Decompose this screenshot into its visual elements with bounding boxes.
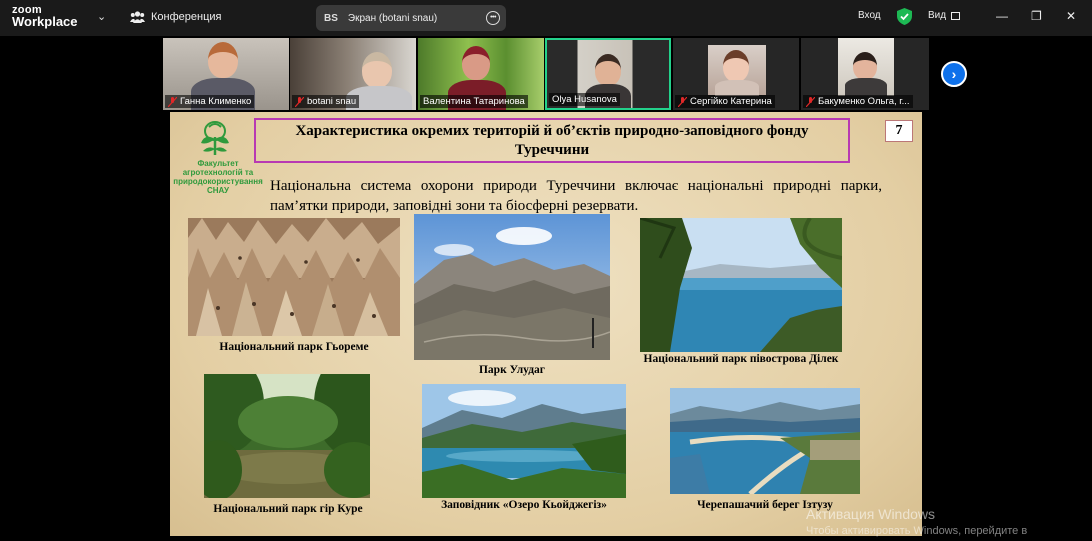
avatar — [208, 42, 238, 78]
participant-name: Валентина Татаринова — [420, 95, 528, 108]
photo-caption: Національний парк півострова Ділек — [643, 353, 839, 365]
logo-line2: Workplace — [12, 14, 78, 29]
conference-label: Конференция — [151, 11, 222, 23]
signin-button[interactable]: Вход — [858, 10, 881, 21]
kure-photo — [204, 374, 370, 498]
avatar — [462, 46, 490, 80]
iztuzu-photo — [670, 388, 860, 494]
chevron-right-icon: › — [951, 66, 957, 82]
participant-name: Бакуменко Ольга, г... — [803, 95, 913, 108]
dilek-photo — [640, 218, 842, 352]
slide-page-number: 7 — [885, 120, 913, 142]
participant-name: botani snau — [292, 95, 360, 108]
muted-mic-icon — [295, 96, 304, 107]
avatar — [362, 52, 392, 88]
screen-label: Экран (botani snau) — [347, 12, 438, 24]
avatar — [595, 54, 621, 86]
people-icon — [130, 11, 145, 23]
close-button[interactable]: ✕ — [1066, 9, 1076, 23]
avatar — [853, 52, 877, 80]
slide-title: Характеристика окремих територій й об’єк… — [254, 118, 850, 163]
grid-view-icon — [951, 11, 961, 20]
participant-tile[interactable]: Бакуменко Ольга, г... — [801, 38, 929, 110]
photo-caption: Національний парк гір Куре — [213, 503, 363, 515]
participant-tile[interactable]: botani snau — [290, 38, 416, 110]
conference-button[interactable]: Конференция — [130, 10, 221, 24]
koycegiz-photo — [422, 384, 626, 498]
goreme-photo — [188, 218, 400, 336]
avatar — [723, 50, 749, 82]
participant-name: Ганна Клименко — [165, 95, 255, 108]
muted-mic-icon — [168, 96, 177, 107]
slide-intro-text: Національна система охорони природи Туре… — [270, 178, 882, 214]
shared-slide: Факультет агротехнологій та природокорис… — [170, 112, 922, 536]
participant-tile[interactable]: Сергійко Катерина — [673, 38, 799, 110]
screen-badge: BS — [324, 12, 338, 24]
screen-share-indicator[interactable]: BS Экран (botani snau) ••• — [316, 5, 506, 31]
photo-caption: Національний парк Гьореме — [219, 341, 369, 353]
windows-activation-watermark: Активация Windows Чтобы активировать Win… — [806, 506, 1028, 537]
view-button[interactable]: Вид — [928, 10, 961, 21]
participant-name: Сергійко Катерина — [675, 95, 775, 108]
muted-mic-icon — [806, 96, 815, 107]
security-shield-icon[interactable] — [897, 8, 912, 25]
participant-name: Olya Husanova — [549, 93, 620, 106]
chevron-down-icon[interactable]: ⌄ — [97, 10, 106, 23]
minimize-button[interactable]: — — [996, 9, 1008, 23]
maximize-button[interactable]: ❐ — [1031, 9, 1042, 23]
participant-tile[interactable]: Валентина Татаринова — [418, 38, 544, 110]
participant-tile[interactable]: Ганна Клименко — [163, 38, 289, 110]
photo-caption: Парк Улудаг — [478, 364, 545, 376]
faculty-logo-icon — [201, 121, 229, 155]
zoom-logo: zoom Workplace — [12, 4, 78, 28]
photo-caption: Заповідник «Озеро Кьойджегіз» — [441, 499, 607, 511]
faculty-name: Факультет агротехнологій та природокорис… — [173, 159, 263, 195]
view-label: Вид — [928, 10, 947, 21]
top-bar: zoom Workplace ⌄ Конференция BS Экран (b… — [0, 0, 1092, 36]
muted-mic-icon — [678, 96, 687, 107]
more-options-icon[interactable]: ••• — [486, 11, 500, 25]
uludag-photo — [414, 214, 610, 360]
participant-tile-active-speaker[interactable]: Olya Husanova — [545, 38, 671, 110]
next-participants-button[interactable]: › — [941, 61, 967, 87]
